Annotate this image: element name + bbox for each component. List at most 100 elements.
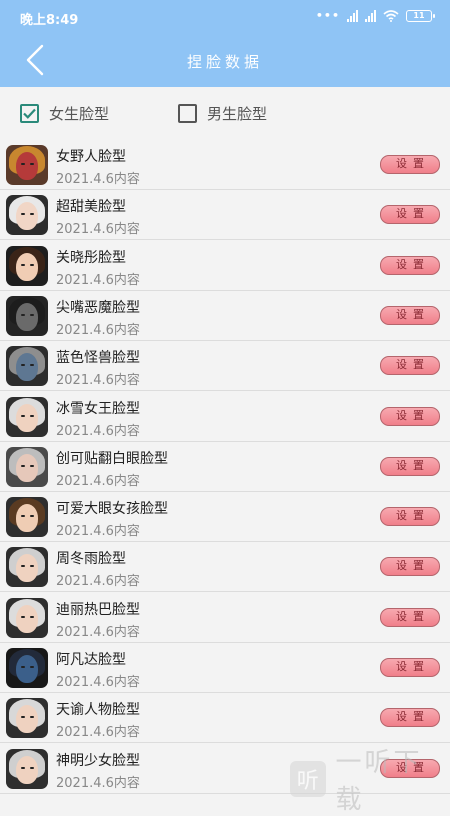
item-name: 天谕人物脸型 (56, 702, 140, 719)
item-date: 2021.4.6内容 (56, 423, 140, 439)
avatar-face (16, 755, 38, 784)
status-bar: 晚上8:49 ••• 11 (0, 0, 450, 32)
avatar-eye-right (30, 464, 34, 467)
avatar-face (16, 202, 38, 231)
avatar-face (16, 403, 38, 432)
avatar (6, 446, 48, 487)
watermark: 听 一听下载 (290, 748, 450, 815)
filter-female[interactable]: 女生脸型 (20, 103, 109, 124)
avatar-face (16, 152, 38, 180)
avatar (6, 245, 48, 286)
avatar-eye-left (21, 666, 25, 668)
item-date: 2021.4.6内容 (56, 725, 140, 741)
avatar-eye-left (21, 163, 25, 165)
item-date: 2021.4.6内容 (56, 373, 140, 389)
avatar-eye-left (21, 615, 25, 618)
filter-male[interactable]: 男生脸型 (178, 103, 267, 124)
avatar-eye-left (21, 515, 25, 518)
set-button[interactable]: 设置 (380, 658, 440, 677)
item-name: 创可贴翻白眼脸型 (56, 450, 168, 467)
item-name: 阿凡达脸型 (56, 652, 126, 668)
signal-icon-1 (347, 9, 358, 22)
item-name: 尖嘴恶魔脸型 (56, 299, 140, 316)
item-date: 2021.4.6内容 (56, 172, 140, 187)
avatar-eye-left (21, 766, 25, 769)
set-button[interactable]: 设置 (380, 557, 440, 577)
avatar (6, 748, 48, 789)
avatar-face (16, 504, 38, 533)
watermark-text: 一听下载 (335, 748, 423, 815)
status-time: 晚上8:49 (20, 13, 79, 28)
avatar (6, 346, 48, 387)
item-name: 冰雪女王脸型 (56, 400, 140, 417)
item-date: 2021.4.6内容 (56, 272, 140, 288)
avatar-eye-right (30, 163, 34, 165)
set-button[interactable]: 设置 (380, 255, 440, 275)
list-item[interactable]: 迪丽热巴脸型 2021.4.6内容 设置 (0, 593, 450, 643)
avatar-face (16, 604, 38, 633)
avatar-face (16, 705, 38, 734)
wifi-icon (383, 9, 399, 22)
item-date: 2021.4.6内容 (56, 624, 140, 640)
item-date: 2021.4.6内容 (56, 524, 140, 540)
filter-female-label: 女生脸型 (49, 105, 110, 123)
list-item[interactable]: 创可贴翻白眼脸型 2021.4.6内容 设置 (0, 442, 450, 492)
avatar (6, 698, 48, 739)
set-button[interactable]: 设置 (380, 305, 440, 325)
avatar-eye-right (30, 666, 34, 668)
avatar-eye-left (21, 313, 25, 316)
list-item[interactable]: 天谕人物脸型 2021.4.6内容 设置 (0, 693, 450, 744)
set-button[interactable]: 设置 (380, 406, 440, 426)
avatar-eye-left (21, 364, 25, 367)
check-icon (23, 108, 36, 119)
avatar-eye-right (30, 615, 34, 618)
set-button[interactable]: 设置 (380, 708, 440, 728)
avatar-face (16, 353, 38, 382)
more-dots-icon: ••• (315, 9, 340, 22)
avatar (6, 396, 48, 437)
item-name: 蓝色怪兽脸型 (56, 350, 140, 367)
list-item[interactable]: 超甜美脸型 2021.4.6内容 设置 (0, 190, 450, 241)
avatar-face (16, 252, 38, 281)
item-name: 可爱大眼女孩脸型 (56, 501, 168, 518)
app-header: 晚上8:49 ••• 11 捏脸数据 (0, 0, 450, 87)
list-item[interactable]: 尖嘴恶魔脸型 2021.4.6内容 设置 (0, 291, 450, 341)
set-button[interactable]: 设置 (380, 356, 440, 376)
checkbox-male[interactable] (178, 104, 197, 123)
item-name: 关晓彤脸型 (56, 249, 126, 266)
set-button[interactable]: 设置 (380, 205, 440, 225)
list-item[interactable]: 周冬雨脸型 2021.4.6内容 设置 (0, 542, 450, 593)
set-button[interactable]: 设置 (380, 607, 440, 627)
avatar-face (16, 302, 38, 331)
list-item[interactable]: 可爱大眼女孩脸型 2021.4.6内容 设置 (0, 492, 450, 543)
signal-icon-2 (365, 9, 376, 22)
avatar (6, 145, 48, 185)
item-date: 2021.4.6内容 (56, 222, 140, 238)
list-item[interactable]: 阿凡达脸型 2021.4.6内容 设置 (0, 643, 450, 693)
avatar (6, 295, 48, 336)
avatar-face (16, 554, 38, 583)
checkbox-female[interactable] (20, 104, 39, 123)
item-date: 2021.4.6内容 (56, 322, 140, 338)
set-button[interactable]: 设置 (380, 155, 440, 174)
battery-icon: 11 (406, 9, 435, 22)
battery-level: 11 (413, 11, 425, 20)
avatar-eye-right (30, 414, 34, 417)
avatar-face (16, 453, 38, 482)
item-name: 迪丽热巴脸型 (56, 601, 140, 618)
list-item[interactable]: 蓝色怪兽脸型 2021.4.6内容 设置 (0, 341, 450, 392)
item-date: 2021.4.6内容 (56, 574, 140, 590)
list-item[interactable]: 冰雪女王脸型 2021.4.6内容 设置 (0, 392, 450, 442)
avatar-eye-left (21, 414, 25, 417)
avatar-eye-right (30, 263, 34, 266)
set-button[interactable]: 设置 (380, 507, 440, 527)
filter-male-label: 男生脸型 (207, 105, 268, 123)
avatar (6, 648, 48, 688)
list-item[interactable]: 女野人脸型 2021.4.6内容 设置 (0, 140, 450, 190)
avatar-eye-left (21, 464, 25, 467)
set-button[interactable]: 设置 (380, 456, 440, 476)
item-date: 2021.4.6内容 (56, 775, 140, 791)
list-item[interactable]: 关晓彤脸型 2021.4.6内容 设置 (0, 241, 450, 291)
item-date: 2021.4.6内容 (56, 473, 140, 489)
avatar (6, 497, 48, 538)
